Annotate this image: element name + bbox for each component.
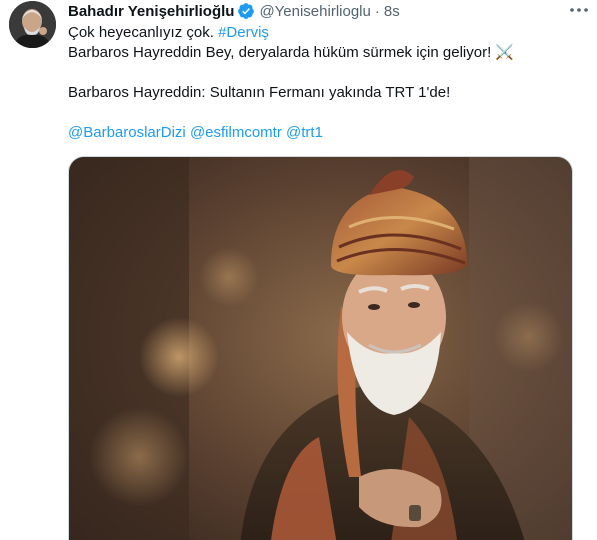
author-handle[interactable]: @Yenisehirlioglu: [259, 3, 370, 20]
hashtag-link[interactable]: #Derviş: [218, 24, 269, 41]
author-avatar[interactable]: [9, 1, 56, 48]
header-separator: ·: [374, 2, 380, 20]
tweet-header: Bahadır Yenişehirlioğlu @Yenisehirlioglu…: [68, 0, 573, 22]
tweet-line-2: Barbaros Hayreddin Bey, deryalarda hüküm…: [68, 44, 515, 61]
tweet-text: Çok heyecanlıyız çok. #Derviş Barbaros H…: [68, 23, 573, 143]
author-name[interactable]: Bahadır Yenişehirlioğlu: [68, 3, 234, 20]
mention-link-trt1[interactable]: @trt1: [286, 124, 323, 141]
mention-link-barbaroslardizi[interactable]: @BarbaroslarDizi: [68, 124, 186, 141]
verified-badge-icon: [237, 2, 255, 20]
mentions-line: @BarbaroslarDizi @esfilmcomtr @trt1: [68, 123, 573, 143]
tweet-line-1-text: Çok heyecanlıyız çok.: [68, 24, 219, 41]
tweet-body: Bahadır Yenişehirlioğlu @Yenisehirlioglu…: [68, 0, 573, 143]
tweet-line-1: Çok heyecanlıyız çok. #Derviş: [68, 23, 573, 43]
tweet-line-3: Barbaros Hayreddin: Sultanın Fermanı yak…: [68, 84, 451, 101]
tweet-timestamp[interactable]: 8s: [384, 3, 400, 20]
mention-link-esfilmcomtr[interactable]: @esfilmcomtr: [190, 124, 282, 141]
tweet-card[interactable]: Bahadır Yenişehirlioğlu @Yenisehirlioglu…: [0, 0, 597, 540]
tweet-media-image[interactable]: [68, 156, 573, 540]
